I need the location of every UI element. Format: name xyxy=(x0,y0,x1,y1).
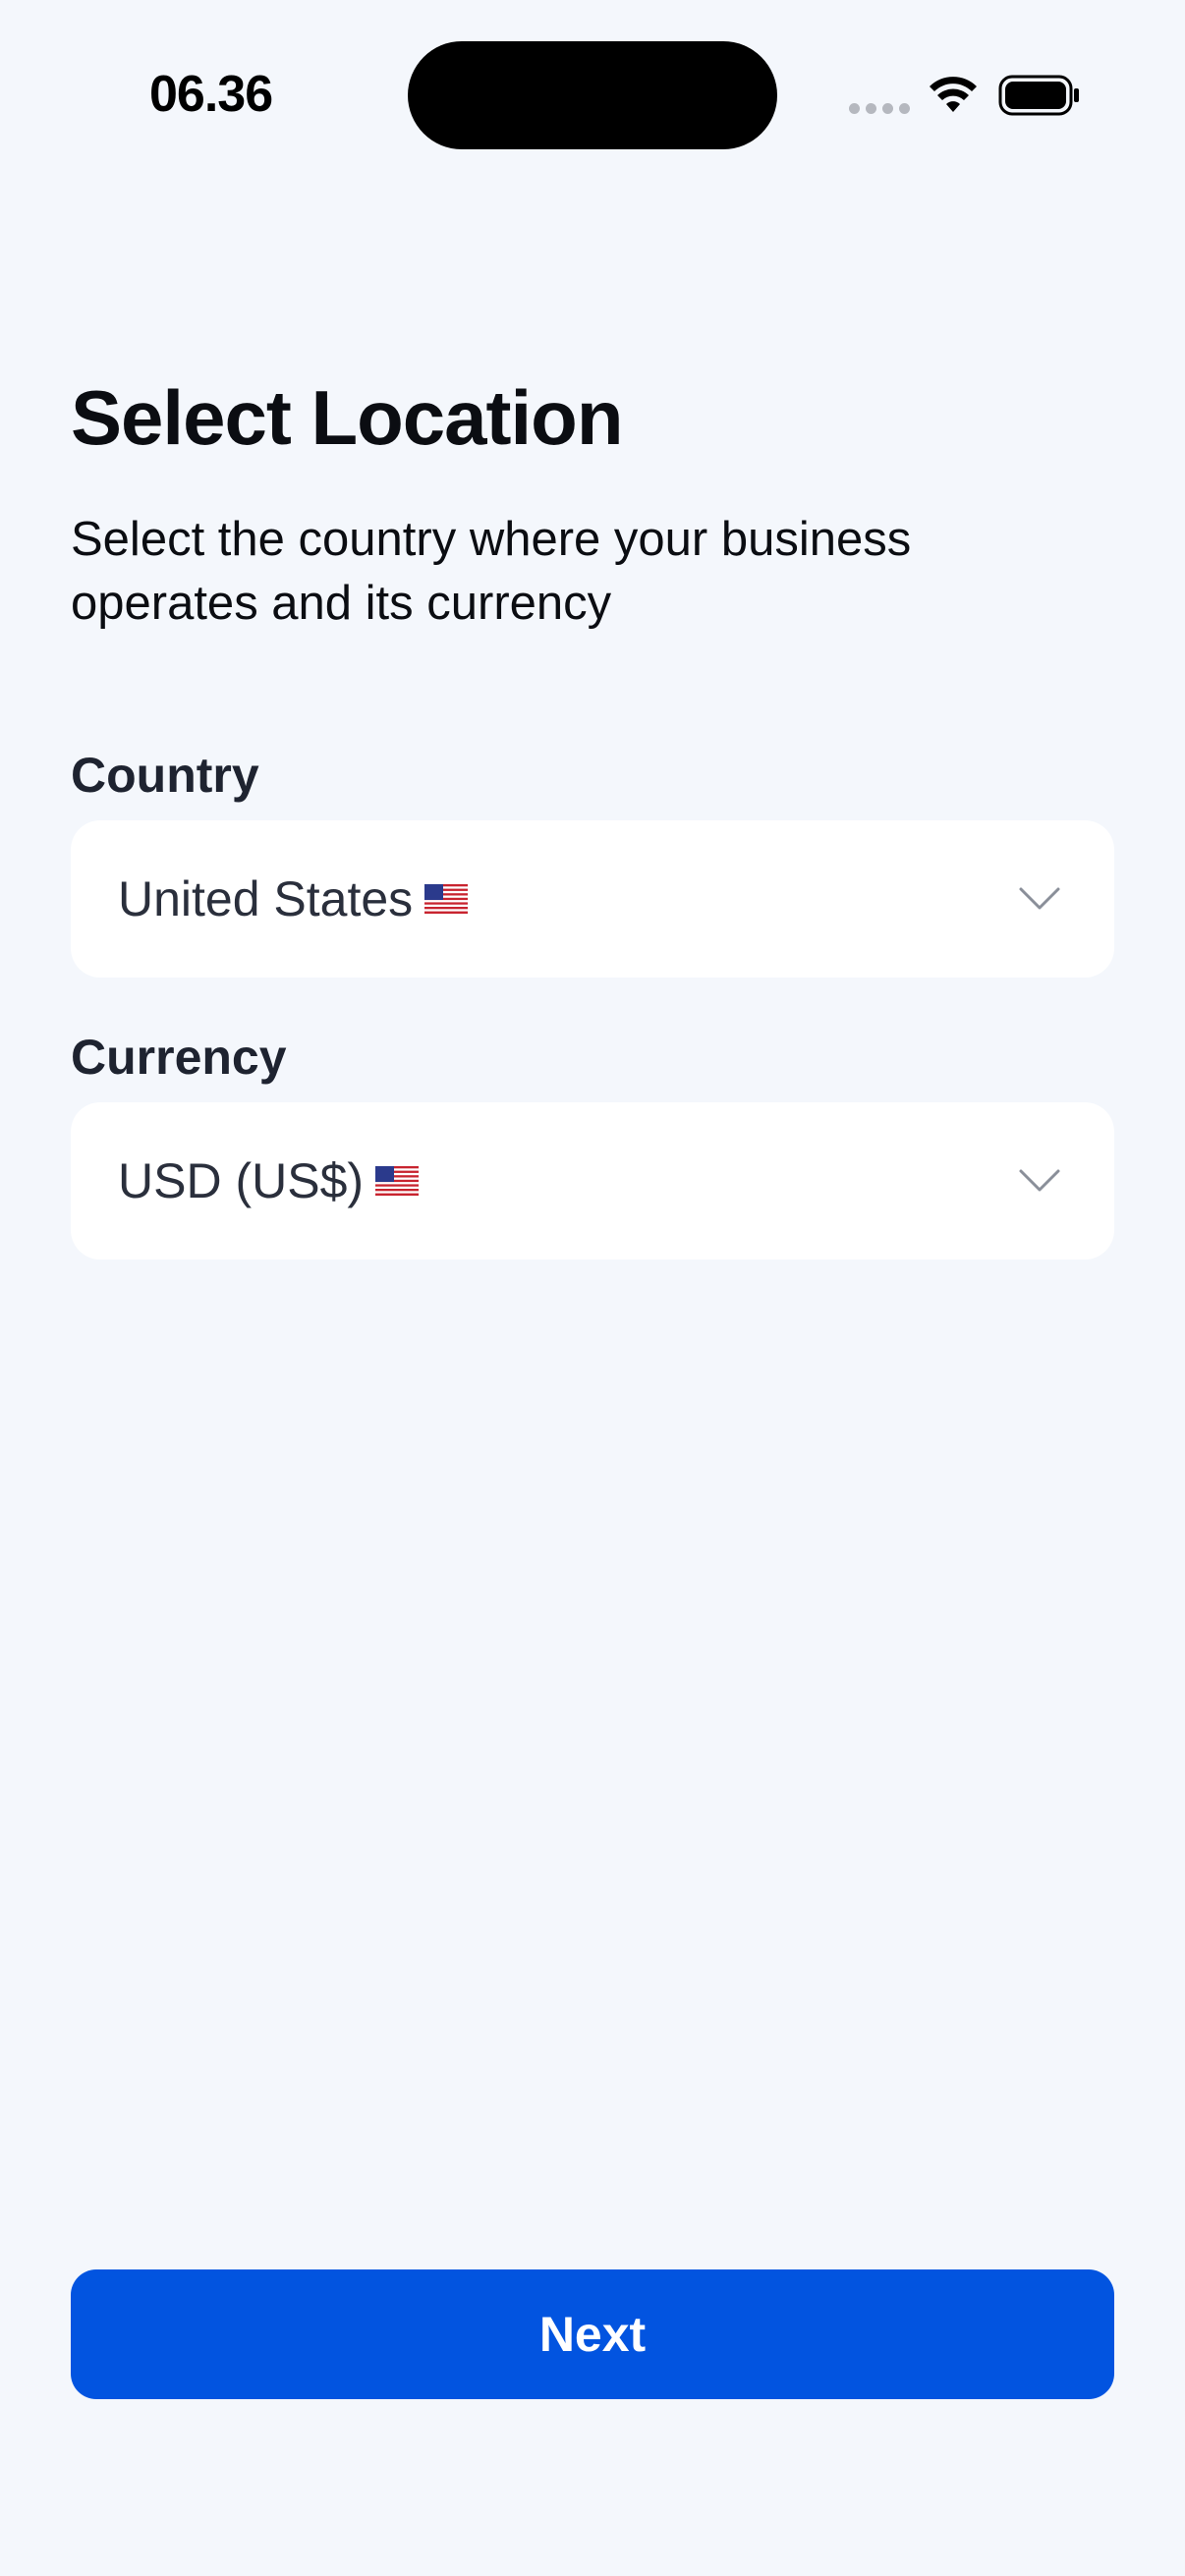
wifi-icon xyxy=(930,77,977,112)
next-button[interactable]: Next xyxy=(71,2269,1114,2399)
chevron-down-icon xyxy=(1019,1169,1060,1192)
country-select[interactable]: United States xyxy=(71,820,1114,978)
country-label: Country xyxy=(71,748,259,803)
battery-icon xyxy=(998,75,1079,116)
us-flag-icon xyxy=(375,1166,420,1196)
page-title: Select Location xyxy=(71,374,623,461)
dynamic-island xyxy=(408,41,777,149)
chevron-down-icon xyxy=(1019,887,1060,910)
country-value-text: United States xyxy=(118,871,414,926)
currency-select-value: USD (US$) xyxy=(118,1152,420,1209)
status-time: 06.36 xyxy=(149,66,273,123)
country-select-value: United States xyxy=(118,870,469,927)
signal-dots-icon xyxy=(849,103,910,114)
status-bar: 06.36 xyxy=(0,0,1185,196)
currency-label: Currency xyxy=(71,1030,287,1085)
currency-select[interactable]: USD (US$) xyxy=(71,1102,1114,1260)
page-subtitle: Select the country where your business o… xyxy=(71,513,912,630)
currency-value-text: USD (US$) xyxy=(118,1153,365,1208)
us-flag-icon xyxy=(424,884,469,914)
